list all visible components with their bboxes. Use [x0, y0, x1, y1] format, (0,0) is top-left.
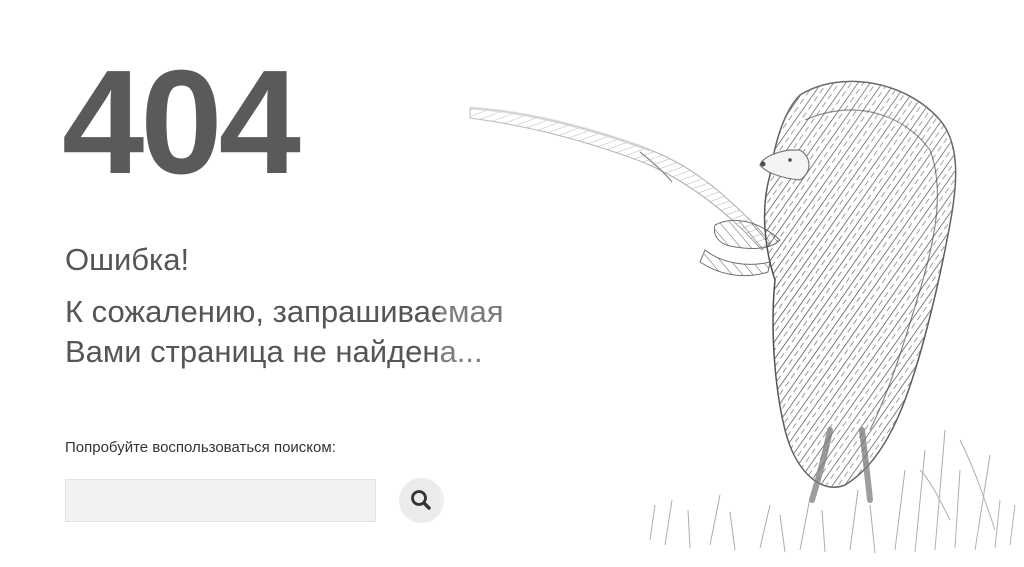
search-button[interactable] — [399, 478, 444, 523]
search-input[interactable] — [65, 479, 376, 522]
error-code: 404 — [62, 40, 301, 205]
error-message-line-2: Вами страница не найдена... — [65, 334, 483, 369]
error-message-line-1: К сожалению, запрашиваемая — [65, 294, 504, 329]
error-page: 404 Ошибка! К сожалению, запрашиваемая В… — [0, 0, 1024, 567]
search-hint: Попробуйте воспользоваться поиском: — [65, 439, 336, 456]
hedgehog-in-the-fog-icon — [440, 40, 1024, 567]
search-icon — [411, 490, 431, 510]
error-title: Ошибка! — [65, 242, 190, 277]
